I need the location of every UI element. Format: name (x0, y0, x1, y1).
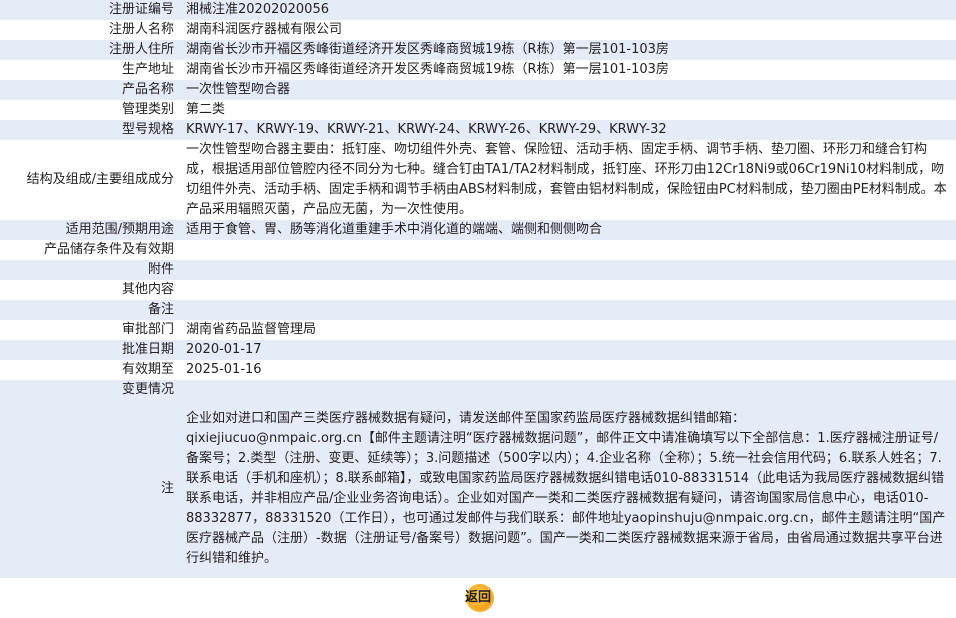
label-registrant-name: 注册人名称 (0, 20, 180, 40)
error-report-email: qixiejiucuo@nmpaic.org.cn (186, 431, 362, 446)
label-reg-no: 注册证编号 (0, 0, 180, 20)
label-attachment: 附件 (0, 260, 180, 280)
label-approval-dept: 审批部门 (0, 320, 180, 340)
value-production-address: 湖南省长沙市开福区秀峰街道经济开发区秀峰商贸城19栋（R栋）第一层101-103… (180, 60, 956, 80)
value-approval-date: 2020-01-17 (180, 340, 956, 360)
value-storage-validity (180, 240, 956, 260)
row-registrant-name: 注册人名称 湖南科润医疗器械有限公司 (0, 20, 956, 40)
value-other-content (180, 280, 956, 300)
label-model-spec: 型号规格 (0, 120, 180, 140)
label-remarks: 备注 (0, 300, 180, 320)
label-note: 注 (0, 400, 180, 578)
value-registrant-name: 湖南科润医疗器械有限公司 (180, 20, 956, 40)
row-approval-date: 批准日期 2020-01-17 (0, 340, 956, 360)
row-structure-composition: 结构及组成/主要组成成分 一次性管型吻合器主要由：抵钉座、吻切组件外壳、套管、保险… (0, 140, 956, 220)
label-production-address: 生产地址 (0, 60, 180, 80)
row-registrant-address: 注册人住所 湖南省长沙市开福区秀峰街道经济开发区秀峰商贸城19栋（R栋）第一层10… (0, 40, 956, 60)
row-note: 注企业如对进口和国产三类医疗器械数据有疑问，请发送邮件至国家药监局医疗器械数据纠… (0, 400, 956, 578)
label-storage-validity: 产品储存条件及有效期 (0, 240, 180, 260)
row-attachment: 附件 (0, 260, 956, 280)
value-attachment (180, 260, 956, 280)
row-change-history: 变更情况 (0, 380, 956, 400)
label-other-content: 其他内容 (0, 280, 180, 300)
label-scope-intended-use: 适用范围/预期用途 (0, 220, 180, 240)
back-area: 返回 (0, 578, 956, 618)
row-storage-validity: 产品储存条件及有效期 (0, 240, 956, 260)
value-product-name: 一次性管型吻合器 (180, 80, 956, 100)
back-button[interactable]: 返回 (458, 583, 502, 613)
value-management-class: 第二类 (180, 100, 956, 120)
value-valid-until: 2025-01-16 (180, 360, 956, 380)
label-structure-composition: 结构及组成/主要组成成分 (0, 140, 180, 220)
label-approval-date: 批准日期 (0, 340, 180, 360)
label-change-history: 变更情况 (0, 380, 180, 400)
row-scope-intended-use: 适用范围/预期用途 适用于食管、胃、肠等消化道重建手术中消化道的端端、端侧和侧侧吻… (0, 220, 956, 240)
value-remarks (180, 300, 956, 320)
value-approval-dept: 湖南省药品监督管理局 (180, 320, 956, 340)
registration-detail-table: 注册证编号 湘械注准20202020056 注册人名称 湖南科润医疗器械有限公司 注册人… (0, 0, 956, 578)
label-product-name: 产品名称 (0, 80, 180, 100)
row-approval-dept: 审批部门 湖南省药品监督管理局 (0, 320, 956, 340)
info-center-email: yaopinshuju@nmpaic.org.cn (623, 511, 809, 526)
row-valid-until: 有效期至 2025-01-16 (0, 360, 956, 380)
value-model-spec: KRWY-17、KRWY-19、KRWY-21、KRWY-24、KRWY-26、… (180, 120, 956, 140)
value-change-history (180, 380, 956, 400)
row-product-name: 产品名称 一次性管型吻合器 (0, 80, 956, 100)
back-button-label: 返回 (464, 589, 491, 604)
row-other-content: 其他内容 (0, 280, 956, 300)
label-management-class: 管理类别 (0, 100, 180, 120)
value-registrant-address: 湖南省长沙市开福区秀峰街道经济开发区秀峰商贸城19栋（R栋）第一层101-103… (180, 40, 956, 60)
value-reg-no: 湘械注准20202020056 (180, 0, 956, 20)
label-registrant-address: 注册人住所 (0, 40, 180, 60)
row-model-spec: 型号规格 KRWY-17、KRWY-19、KRWY-21、KRWY-24、KRWY… (0, 120, 956, 140)
value-note: 企业如对进口和国产三类医疗器械数据有疑问，请发送邮件至国家药监局医疗器械数据纠错… (180, 400, 956, 578)
row-management-class: 管理类别 第二类 (0, 100, 956, 120)
row-production-address: 生产地址 湖南省长沙市开福区秀峰街道经济开发区秀峰商贸城19栋（R栋）第一层101… (0, 60, 956, 80)
note-text-1: 企业如对进口和国产三类医疗器械数据有疑问，请发送邮件至国家药监局医疗器械数据纠错… (186, 411, 746, 426)
value-scope-intended-use: 适用于食管、胃、肠等消化道重建手术中消化道的端端、端侧和侧侧吻合 (180, 220, 956, 240)
label-valid-until: 有效期至 (0, 360, 180, 380)
value-structure-composition: 一次性管型吻合器主要由：抵钉座、吻切组件外壳、套管、保险钮、活动手柄、固定手柄、… (180, 140, 956, 220)
row-remarks: 备注 (0, 300, 956, 320)
row-reg-no: 注册证编号 湘械注准20202020056 (0, 0, 956, 20)
